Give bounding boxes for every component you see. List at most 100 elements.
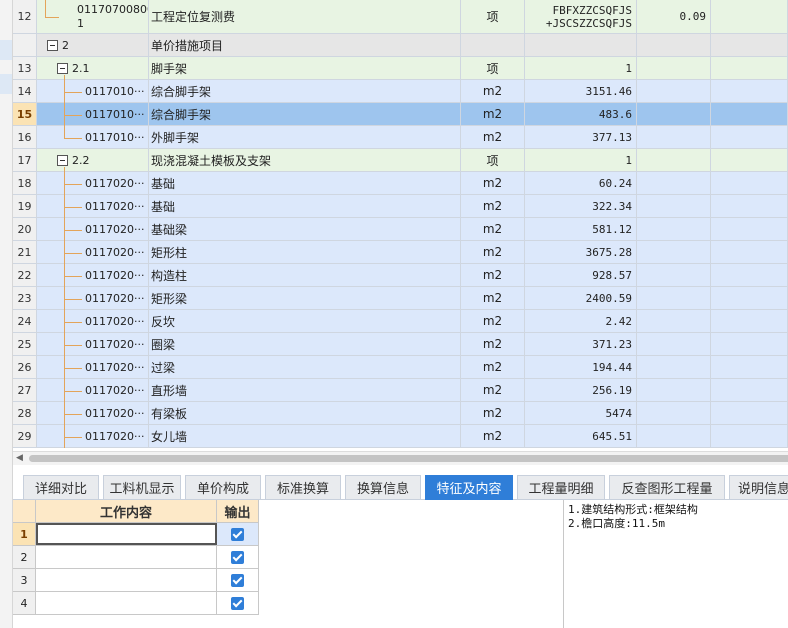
item-unit[interactable]: m2	[461, 172, 525, 194]
item-rate[interactable]	[637, 264, 711, 286]
item-unit[interactable]: m2	[461, 310, 525, 332]
item-code[interactable]: 0117020···	[37, 264, 149, 286]
item-quantity[interactable]: 322.34	[525, 195, 637, 217]
item-code[interactable]: 0117020···	[37, 218, 149, 240]
item-name[interactable]: 圈梁	[149, 333, 461, 355]
table-row[interactable]: 15 0117010··· 综合脚手架 m2 483.6	[13, 103, 788, 126]
table-row[interactable]: 25 0117020··· 圈梁 m2 371.23	[13, 333, 788, 356]
tab-1[interactable]: 工料机显示	[103, 475, 181, 500]
header-output[interactable]: 输出	[217, 500, 259, 522]
row-number[interactable]: 12	[13, 0, 37, 33]
item-rate[interactable]: 0.09	[637, 0, 711, 33]
row-number[interactable]: 15	[13, 103, 37, 125]
item-rate[interactable]	[637, 356, 711, 378]
table-row[interactable]: 1	[13, 523, 259, 546]
item-name[interactable]: 工程定位复测费	[149, 0, 461, 33]
item-unit[interactable]: 项	[461, 0, 525, 33]
output-cell[interactable]	[217, 523, 259, 545]
table-row[interactable]: 3	[13, 569, 259, 592]
item-unit[interactable]: m2	[461, 425, 525, 447]
table-row[interactable]: 20 0117020··· 基础梁 m2 581.12	[13, 218, 788, 241]
row-number[interactable]: 26	[13, 356, 37, 378]
item-unit[interactable]: m2	[461, 356, 525, 378]
row-number[interactable]	[13, 34, 37, 56]
item-unit[interactable]: m2	[461, 195, 525, 217]
item-quantity[interactable]: 256.19	[525, 379, 637, 401]
row-number[interactable]: 13	[13, 57, 37, 79]
item-name[interactable]: 基础	[149, 195, 461, 217]
item-quantity[interactable]: 3675.28	[525, 241, 637, 263]
item-quantity[interactable]: 3151.46	[525, 80, 637, 102]
row-number[interactable]: 27	[13, 379, 37, 401]
item-code[interactable]: 0117020···	[37, 356, 149, 378]
item-extra[interactable]	[711, 80, 788, 102]
row-number[interactable]: 29	[13, 425, 37, 447]
row-number[interactable]: 20	[13, 218, 37, 240]
item-name[interactable]: 综合脚手架	[149, 103, 461, 125]
item-quantity[interactable]	[525, 34, 637, 56]
item-quantity[interactable]: FBFXZZCSQFJS +JSCSZZCSQFJS	[525, 0, 637, 33]
row-number[interactable]: 23	[13, 287, 37, 309]
item-extra[interactable]	[711, 103, 788, 125]
item-rate[interactable]	[637, 241, 711, 263]
item-extra[interactable]	[711, 34, 788, 56]
item-quantity[interactable]: 581.12	[525, 218, 637, 240]
item-name[interactable]: 反坎	[149, 310, 461, 332]
row-number[interactable]: 28	[13, 402, 37, 424]
item-extra[interactable]	[711, 379, 788, 401]
item-rate[interactable]	[637, 195, 711, 217]
item-name[interactable]: 过梁	[149, 356, 461, 378]
item-rate[interactable]	[637, 425, 711, 447]
item-unit[interactable]: 项	[461, 57, 525, 79]
item-quantity[interactable]: 1	[525, 149, 637, 171]
item-name[interactable]: 有梁板	[149, 402, 461, 424]
collapse-toggle-icon[interactable]	[57, 62, 68, 74]
item-code[interactable]: 0117020···	[37, 172, 149, 194]
table-row[interactable]: 26 0117020··· 过梁 m2 194.44	[13, 356, 788, 379]
tab-5[interactable]: 特征及内容	[425, 475, 513, 500]
item-extra[interactable]	[711, 195, 788, 217]
collapse-toggle-icon[interactable]	[47, 39, 58, 51]
item-unit[interactable]: m2	[461, 218, 525, 240]
output-cell[interactable]	[217, 546, 259, 568]
item-extra[interactable]	[711, 333, 788, 355]
item-rate[interactable]	[637, 172, 711, 194]
scrollbar-thumb[interactable]	[29, 455, 788, 462]
item-extra[interactable]	[711, 310, 788, 332]
table-row[interactable]: 27 0117020··· 直形墙 m2 256.19	[13, 379, 788, 402]
item-name[interactable]: 基础	[149, 172, 461, 194]
item-name[interactable]: 矩形柱	[149, 241, 461, 263]
item-rate[interactable]	[637, 402, 711, 424]
header-work-content[interactable]: 工作内容	[36, 500, 217, 522]
table-row[interactable]: 22 0117020··· 构造柱 m2 928.57	[13, 264, 788, 287]
table-row[interactable]: 16 0117010··· 外脚手架 m2 377.13	[13, 126, 788, 149]
table-row[interactable]: 21 0117020··· 矩形柱 m2 3675.28	[13, 241, 788, 264]
item-unit[interactable]: m2	[461, 80, 525, 102]
item-extra[interactable]	[711, 264, 788, 286]
table-row[interactable]: 23 0117020··· 矩形梁 m2 2400.59	[13, 287, 788, 310]
item-unit[interactable]: m2	[461, 103, 525, 125]
item-rate[interactable]	[637, 218, 711, 240]
item-rate[interactable]	[637, 287, 711, 309]
item-code[interactable]: 2	[37, 34, 149, 56]
item-name[interactable]: 直形墙	[149, 379, 461, 401]
tab-6[interactable]: 工程量明细	[517, 475, 605, 500]
item-rate[interactable]	[637, 80, 711, 102]
row-number[interactable]: 14	[13, 80, 37, 102]
work-content-cell[interactable]	[36, 546, 217, 568]
item-extra[interactable]	[711, 287, 788, 309]
item-quantity[interactable]: 2400.59	[525, 287, 637, 309]
item-name[interactable]: 现浇混凝土模板及支架	[149, 149, 461, 171]
collapse-toggle-icon[interactable]	[57, 154, 68, 166]
output-cell[interactable]	[217, 592, 259, 614]
item-unit[interactable]: m2	[461, 126, 525, 148]
item-rate[interactable]	[637, 379, 711, 401]
item-quantity[interactable]: 928.57	[525, 264, 637, 286]
item-extra[interactable]	[711, 356, 788, 378]
item-quantity[interactable]: 1	[525, 57, 637, 79]
item-extra[interactable]	[711, 402, 788, 424]
table-row[interactable]: 13 2.1 脚手架 项 1	[13, 57, 788, 80]
table-row[interactable]: 2 单价措施项目	[13, 34, 788, 57]
table-row[interactable]: 24 0117020··· 反坎 m2 2.42	[13, 310, 788, 333]
item-code[interactable]: 0117020···	[37, 379, 149, 401]
